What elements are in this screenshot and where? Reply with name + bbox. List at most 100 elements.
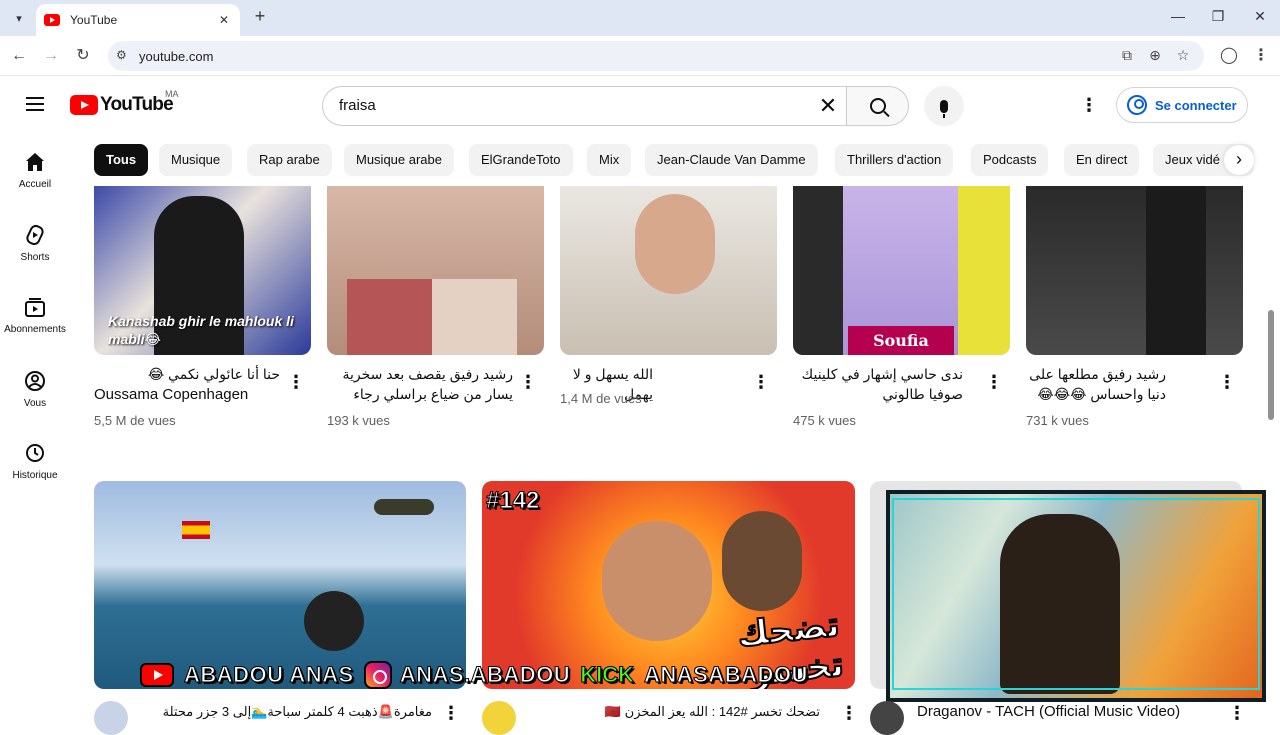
youtube-favicon-icon [44,14,60,26]
sidebar-item-accueil[interactable]: Accueil [0,150,70,190]
chip-thrillers[interactable]: Thrillers d'action [835,144,954,176]
restore-icon[interactable]: ❐ [1208,8,1228,25]
close-window-icon[interactable]: ✕ [1250,8,1270,25]
channel-name[interactable]: Oussama Copenhagen [94,386,248,403]
history-icon [23,441,47,465]
video-thumbnail[interactable] [1026,186,1243,355]
chip-en-direct[interactable]: En direct [1064,144,1140,176]
channel-avatar[interactable] [94,701,128,735]
sidebar-item-shorts[interactable]: Shorts [0,223,70,263]
video-thumbnail[interactable]: Kanashab ghir le mahlouk li mabli😂 [94,186,311,355]
chip-musique[interactable]: Musique [159,144,233,176]
youtube-play-icon [70,95,98,115]
tab-search-icon[interactable]: ▾ [8,7,30,29]
chip-podcasts[interactable]: Podcasts [971,144,1049,176]
thumbnail-bg [958,186,1010,355]
video-thumbnail[interactable]: Soufia [793,186,1010,355]
profile-icon[interactable]: ◯ [1218,45,1240,67]
back-icon[interactable]: ← [8,45,30,67]
video-more-icon[interactable]: ⋮ [287,373,305,391]
you-icon [23,369,47,393]
helicopter-icon [374,499,434,515]
chip-tous[interactable]: Tous [94,144,149,176]
install-app-icon[interactable]: ⧉ [1118,47,1136,64]
video-title[interactable]: ندى حاسي إشهار في كلينيك صوفيا طالوني [793,364,963,404]
page-scrollbar[interactable] [1268,310,1274,420]
menu-icon[interactable] [26,97,44,111]
shorts-icon [23,223,47,247]
thumbnail-caption: Kanashab ghir le mahlouk li mabli😂 [108,313,294,347]
minimize-icon[interactable]: — [1168,8,1188,24]
kick-logo: KICK [580,662,635,688]
clear-search-icon[interactable]: ✕ [815,93,841,119]
video-more-icon[interactable]: ⋮ [752,373,770,391]
address-bar: ← → ↻ ⚙ youtube.com ⧉ ⊕ ☆ ◯ ⋮ [0,36,1280,76]
browser-tab-bar: ▾ YouTube ✕ + — ❐ ✕ [0,0,1280,36]
sidebar-label: Abonnements [4,324,66,335]
spain-flag-icon [182,521,210,539]
thumbnail-logo: Soufia [848,326,954,355]
video-title[interactable]: تضحك تخسر #142 : الله يعز المخزن 🇲🇦 [526,702,820,720]
chip-jcvd[interactable]: Jean-Claude Van Damme [645,144,818,176]
new-tab-button[interactable]: + [250,6,270,27]
view-count: 193 k vues [327,413,390,428]
sidebar-item-vous[interactable]: Vous [0,369,70,409]
youtube-logo[interactable]: YouTube [70,94,174,116]
video-more-icon[interactable]: ⋮ [1228,704,1246,722]
sidebar-item-historique[interactable]: Historique [0,441,70,481]
filter-chips: Tous Musique Rap arabe Musique arabe ElG… [94,144,1254,176]
chip-rap-arabe[interactable]: Rap arabe [247,144,332,176]
video-more-icon[interactable]: ⋮ [840,704,858,722]
chip-elgrandetoto[interactable]: ElGrandeToto [469,144,573,176]
video-more-icon[interactable]: ⋮ [1218,373,1236,391]
view-count: 5,5 M de vues [94,413,176,428]
reload-icon[interactable]: ↻ [72,45,94,67]
video-thumbnail[interactable] [327,186,544,355]
view-count: 1,4 M de vues [560,391,642,406]
chip-mix[interactable]: Mix [587,144,632,176]
logo-text: YouTube [100,94,174,115]
browser-menu-icon[interactable]: ⋮ [1250,45,1272,67]
tab-close-icon[interactable]: ✕ [216,13,232,27]
home-icon [23,150,47,174]
video-title[interactable]: Draganov - TACH (Official Music Video) [917,702,1217,720]
video-title[interactable]: حنا أنا عائولي نكمي 😂 [94,364,280,384]
tab-title: YouTube [70,13,118,27]
chip-musique-arabe[interactable]: Musique arabe [344,144,454,176]
search-input[interactable]: fraisa ✕ [322,86,847,126]
sidebar-item-abonnements[interactable]: Abonnements [0,295,70,335]
channel-avatar[interactable] [482,701,516,735]
browser-tab[interactable]: YouTube ✕ [36,4,240,36]
youtube-banner-icon [140,663,174,687]
video-thumbnail[interactable] [560,186,777,355]
voice-search-button[interactable] [924,86,964,126]
site-info-icon[interactable]: ⚙ [116,48,127,62]
zoom-icon[interactable]: ⊕ [1146,47,1164,64]
subscriptions-icon [23,295,47,319]
sign-in-label: Se connecter [1155,97,1237,113]
thumbnail-swimmer [304,591,364,651]
video-title[interactable]: مغامرة🚨ذهبت 4 كلمتر سباحة🏊‍♂️إلى 3 جزر م… [136,702,432,720]
account-icon [1127,95,1147,115]
microphone-icon [940,99,948,118]
url-field[interactable]: ⚙ youtube.com ⧉ ⊕ ☆ [108,41,1204,71]
settings-more-icon[interactable]: ⋮ [1080,94,1098,116]
thumbnail-hair [793,186,843,355]
video-title[interactable]: رشيد رفيق مطلعها على دنيا واحساس 😂😂😂 [1026,364,1166,404]
video-title[interactable]: رشيد رفيق يقصف بعد سخرية يسار من ضياع بر… [327,364,513,404]
chevron-right-icon[interactable]: › [1224,145,1254,175]
thumbnail-face [635,194,715,294]
video-more-icon[interactable]: ⋮ [519,373,537,391]
forward-icon[interactable]: → [40,45,62,67]
video-more-icon[interactable]: ⋮ [442,704,460,722]
view-count: 475 k vues [793,413,856,428]
bookmark-star-icon[interactable]: ☆ [1174,47,1192,64]
view-count: 731 k vues [1026,413,1089,428]
instagram-handle: ANAS.ABADOU [399,662,571,688]
search-value: fraisa [339,97,376,114]
sign-in-button[interactable]: Se connecter [1116,87,1248,123]
channel-avatar[interactable] [870,701,904,735]
search-button[interactable] [846,86,909,126]
video-more-icon[interactable]: ⋮ [985,373,1003,391]
url-text: youtube.com [139,49,214,64]
